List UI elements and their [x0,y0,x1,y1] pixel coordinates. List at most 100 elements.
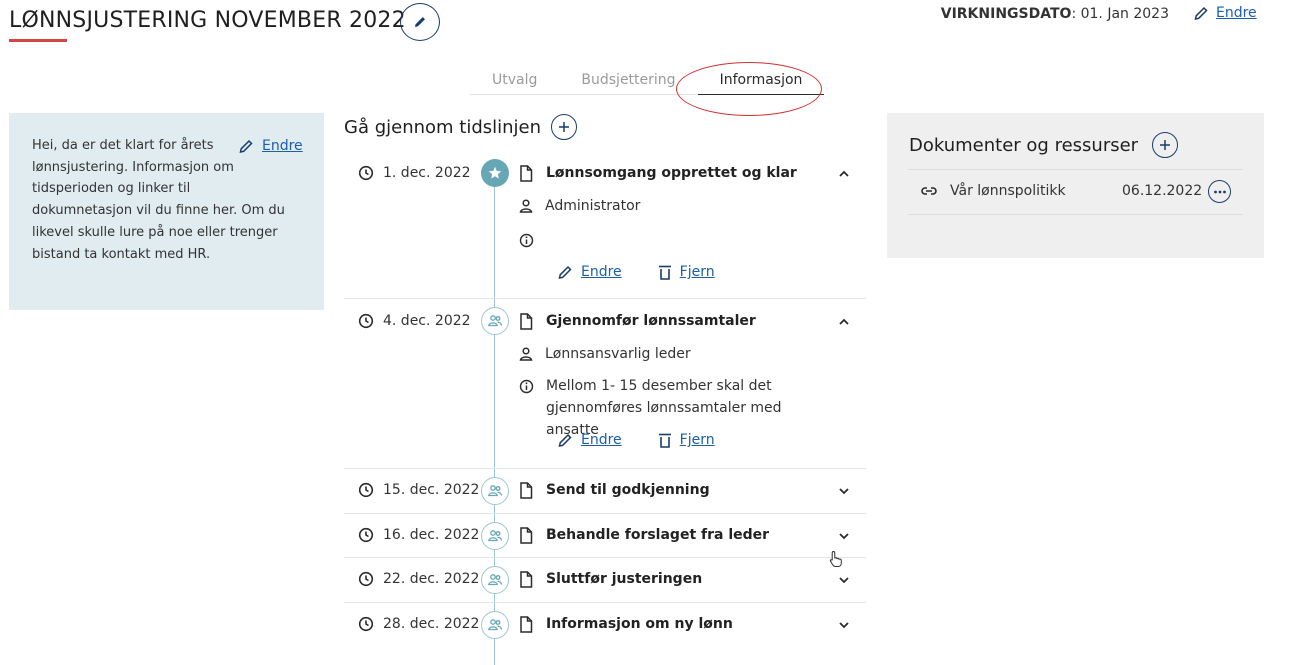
timeline-event[interactable]: 22. dec. 2022 Sluttfør justeringen [344,558,866,603]
event-title: Sluttfør justeringen [546,571,703,587]
title-accent-underline [9,39,67,42]
timeline: 1. dec. 2022 Lønnsomgang opprettet og kl… [344,151,866,665]
timeline-event: 1. dec. 2022 Lønnsomgang opprettet og kl… [344,151,866,299]
edit-event-button[interactable]: Endre [557,432,622,448]
event-date: 4. dec. 2022 [358,313,471,329]
event-title: Informasjon om ny lønn [546,616,733,632]
event-title: Send til godkjenning [546,482,710,498]
timeline-event[interactable]: 16. dec. 2022 Behandle forslaget fra led… [344,514,866,558]
document-item[interactable]: Vår lønnspolitikk 06.12.2022 [908,169,1243,215]
documents-panel: Dokumenter og ressurser Vår lønnspolitik… [887,113,1264,258]
people-icon [481,477,509,505]
pencil-icon [415,17,425,27]
remove-event-link[interactable]: Fjern [680,264,715,280]
trash-icon [658,433,671,448]
pencil-icon [239,139,253,153]
document-icon [519,165,533,182]
chevron-down-icon [839,488,849,495]
edit-event-link[interactable]: Endre [581,264,622,280]
event-info [519,229,546,248]
info-icon [519,379,534,394]
edit-event-link[interactable]: Endre [581,432,622,448]
tab-utvalg[interactable]: Utvalg [470,70,560,95]
event-date: 28. dec. 2022 [358,616,479,632]
clock-icon [358,616,374,632]
clock-icon [358,571,374,587]
person-icon [519,347,533,361]
info-icon [519,233,534,248]
event-actions: Endre Fjern [557,264,715,280]
expand-event-button[interactable] [837,484,851,498]
event-date-text: 16. dec. 2022 [383,527,480,543]
timeline-title: Gå gjennom tidslinjen [344,116,542,138]
plus-icon [1160,140,1171,150]
remove-event-button[interactable]: Fjern [658,264,715,280]
event-date: 16. dec. 2022 [358,527,479,543]
documents-header: Dokumenter og ressurser [909,132,1179,158]
edit-effective-date-link[interactable]: Endre [1216,5,1257,21]
event-date-text: 15. dec. 2022 [383,482,480,498]
event-date-text: 28. dec. 2022 [383,616,480,632]
info-edit[interactable]: Endre [238,138,303,154]
add-document-button[interactable] [1152,132,1179,158]
remove-event-button[interactable]: Fjern [658,432,715,448]
event-date-text: 4. dec. 2022 [383,313,471,329]
clock-icon [358,482,374,498]
edit-title-button[interactable] [400,3,440,41]
info-panel: Hei, da er det klart for årets lønnsjust… [9,113,324,310]
clock-icon [358,165,374,181]
star-icon [481,159,509,187]
pencil-icon [558,433,572,447]
document-date: 06.12.2022 [1122,183,1203,199]
chevron-down-icon [839,533,849,540]
people-icon [481,611,509,639]
document-icon [519,482,533,499]
edit-info-link[interactable]: Endre [262,138,303,154]
tab-budsjettering[interactable]: Budsjettering [559,70,698,95]
person-icon [519,199,533,213]
hand-cursor-icon [829,550,843,568]
event-responsible: Administrator [519,195,640,217]
event-title: Behandle forslaget fra leder [546,527,770,543]
more-icon [1213,190,1226,193]
event-title: Lønnsomgang opprettet og klar [546,165,797,181]
pencil-icon [558,265,572,279]
clock-icon [358,313,374,329]
collapse-event-button[interactable] [837,315,851,329]
timeline-event[interactable]: 15. dec. 2022 Send til godkjenning [344,469,866,514]
info-text: Hei, da er det klart for årets lønnsjust… [32,138,285,262]
effective-date-value: : 01. Jan 2023 [1071,6,1169,22]
page-title: LØNNSJUSTERING NOVEMBER 2022 [9,8,406,33]
expand-event-button[interactable] [837,618,851,632]
event-responsible-text: Lønnsansvarlig leder [545,346,691,362]
event-date: 1. dec. 2022 [358,165,471,181]
add-event-button[interactable] [551,114,578,140]
event-date-text: 22. dec. 2022 [383,571,480,587]
event-responsible-text: Administrator [545,198,641,214]
timeline-event: 4. dec. 2022 Gjennomfør lønnssamtaler Lø… [344,299,866,469]
chevron-up-icon [839,318,849,325]
more-options-button[interactable] [1208,180,1231,203]
timeline-event[interactable]: 28. dec. 2022 Informasjon om ny lønn [344,603,866,648]
event-title: Gjennomfør lønnssamtaler [546,313,756,329]
expand-event-button[interactable] [837,573,851,587]
trash-icon [658,265,671,280]
document-icon [519,313,533,330]
collapse-event-button[interactable] [837,167,851,181]
document-name[interactable]: Vår lønnspolitikk [950,183,1066,199]
people-icon [481,307,509,335]
chevron-down-icon [839,577,849,584]
expand-event-button[interactable] [837,529,851,543]
timeline-header: Gå gjennom tidslinjen [344,114,578,140]
edit-event-button[interactable]: Endre [557,264,622,280]
tab-informasjon[interactable]: Informasjon [697,70,825,95]
event-date-text: 1. dec. 2022 [383,165,471,181]
chevron-down-icon [839,622,849,629]
effective-date-label: VIRKNINGSDATO [940,6,1072,22]
pencil-icon [1194,6,1208,20]
event-date: 22. dec. 2022 [358,571,479,587]
effective-date-edit[interactable]: Endre [1193,5,1257,21]
tab-bar: Utvalg Budsjettering Informasjon [470,70,825,95]
event-actions: Endre Fjern [557,432,715,448]
remove-event-link[interactable]: Fjern [680,432,715,448]
